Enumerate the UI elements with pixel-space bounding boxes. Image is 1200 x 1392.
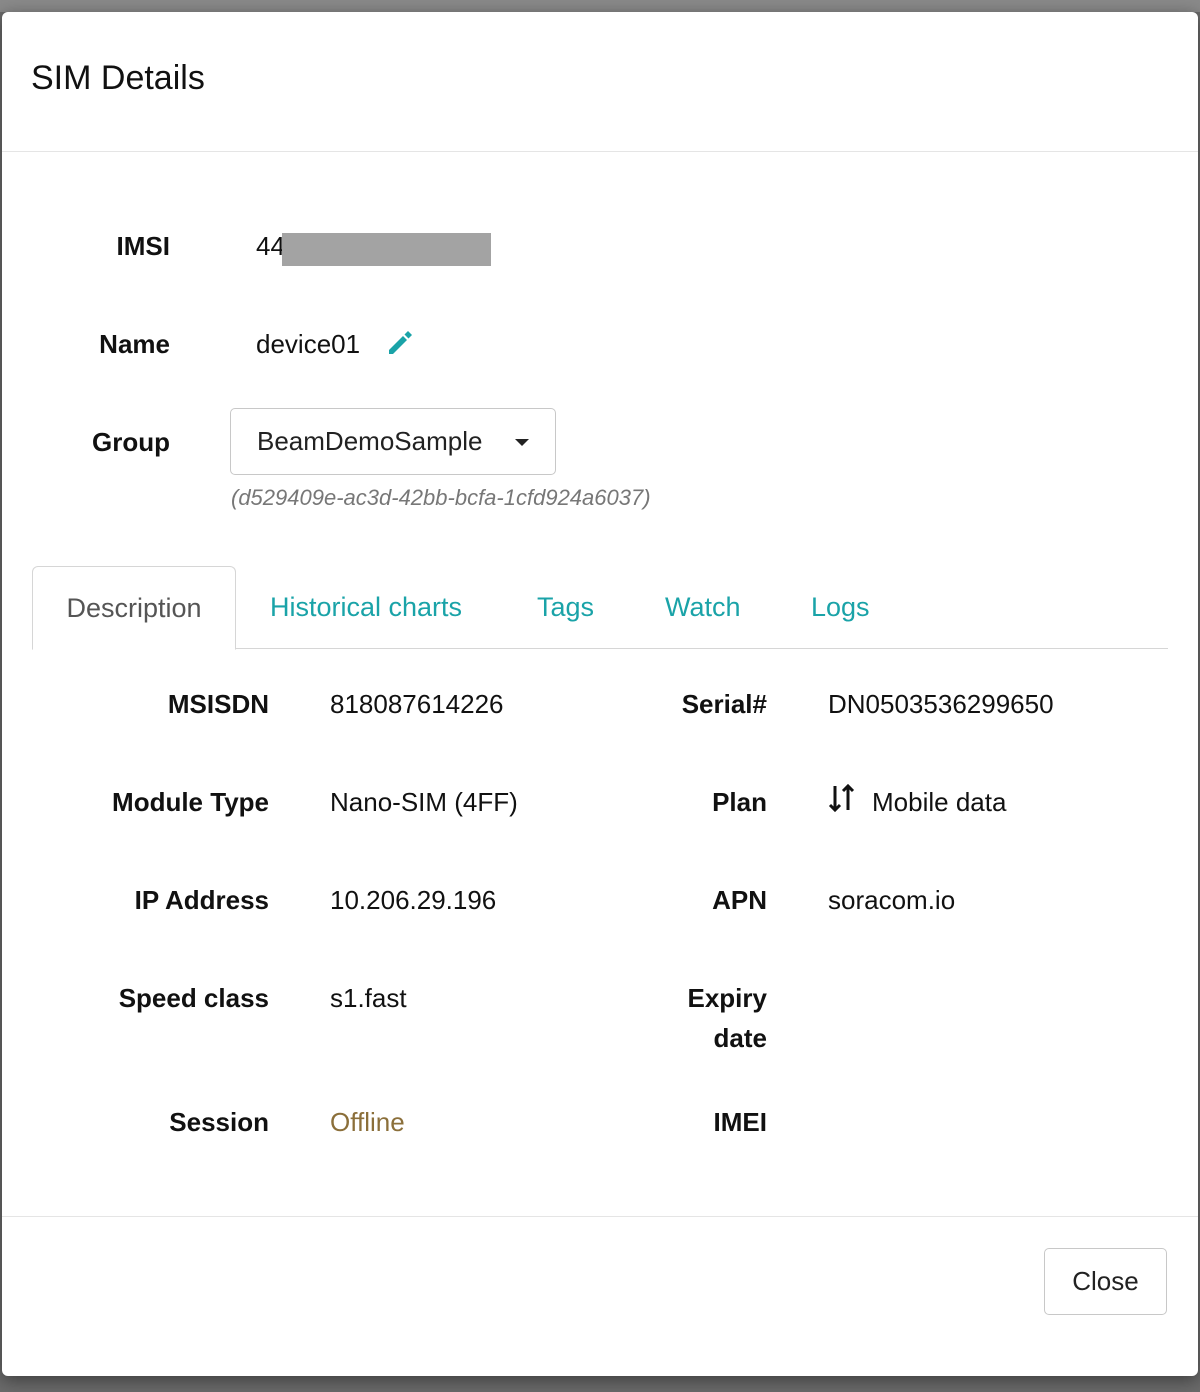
tab-tags[interactable]: Tags (537, 566, 594, 649)
apn-value: soracom.io (828, 885, 956, 915)
expiry-date-label: Expiry date (572, 978, 768, 1058)
group-id: (d529409e-ac3d-42bb-bcfa-1cfd924a6037) (231, 485, 651, 510)
tab-watch[interactable]: Watch (665, 566, 741, 649)
name-label: Name (99, 329, 170, 359)
apn-label: APN (712, 885, 767, 915)
tab-historical-charts[interactable]: Historical charts (270, 566, 462, 649)
imsi-redaction (282, 233, 491, 266)
session-value: Offline (330, 1107, 405, 1137)
expiry-label-line2: date (713, 1023, 767, 1053)
close-button[interactable]: Close (1044, 1248, 1167, 1315)
group-label: Group (92, 427, 170, 457)
imsi-label: IMSI (116, 231, 170, 261)
serial-value: DN0503536299650 (828, 689, 1054, 719)
imei-label: IMEI (713, 1107, 767, 1137)
ip-address-label: IP Address (134, 885, 269, 915)
serial-label: Serial# (681, 689, 767, 719)
sim-details-modal: SIM Details IMSI 44 Name device01 Group … (2, 12, 1198, 1376)
modal-header: SIM Details (2, 12, 1198, 152)
plan-label: Plan (712, 787, 767, 817)
up-down-arrows-icon (828, 783, 855, 813)
module-type-label: Module Type (112, 787, 269, 817)
name-value: device01 (256, 329, 361, 359)
chevron-down-icon (515, 439, 529, 446)
detail-tabs: Description Historical charts Tags Watch… (32, 566, 1168, 650)
speed-class-label: Speed class (118, 983, 269, 1013)
msisdn-value: 818087614226 (330, 689, 504, 719)
imsi-value: 44 (256, 231, 285, 261)
ip-address-value: 10.206.29.196 (330, 885, 497, 915)
tab-logs[interactable]: Logs (811, 566, 870, 649)
pencil-icon[interactable] (383, 326, 415, 358)
expiry-label-line1: Expiry (687, 983, 768, 1013)
page-backdrop (0, 0, 1200, 12)
plan-value: Mobile data (872, 787, 1007, 817)
msisdn-label: MSISDN (167, 689, 269, 719)
modal-footer: Close (2, 1216, 1198, 1376)
group-select[interactable]: BeamDemoSample (230, 408, 556, 475)
group-select-value: BeamDemoSample (257, 426, 483, 456)
tab-description[interactable]: Description (32, 566, 236, 650)
session-label: Session (169, 1107, 269, 1137)
module-type-value: Nano-SIM (4FF) (330, 787, 518, 817)
modal-title: SIM Details (31, 59, 205, 97)
speed-class-value: s1.fast (330, 983, 407, 1013)
